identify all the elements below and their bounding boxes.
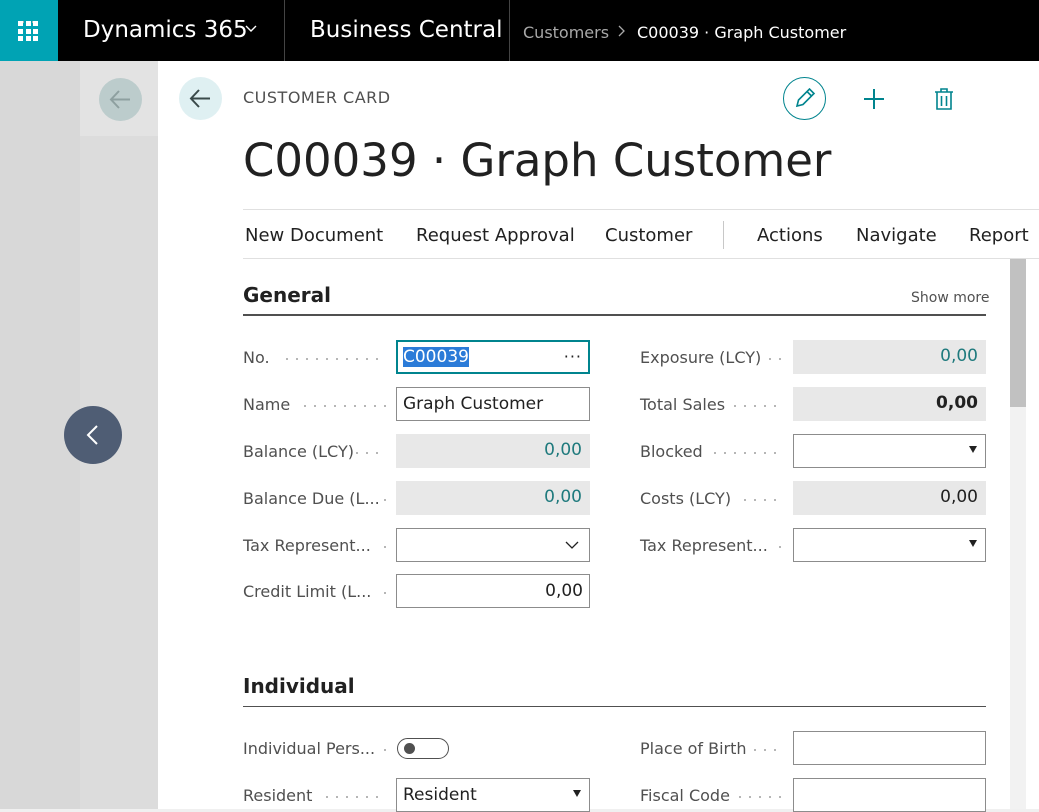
arrow-left-icon bbox=[109, 90, 130, 109]
breadcrumb-customers[interactable]: Customers bbox=[523, 23, 609, 42]
caret-down-icon bbox=[573, 790, 581, 797]
back-button[interactable] bbox=[179, 77, 222, 120]
section-title-individual[interactable]: Individual bbox=[243, 674, 355, 698]
tax-representative-select[interactable] bbox=[396, 528, 590, 562]
app-launcher-button[interactable] bbox=[0, 0, 58, 61]
balance-value[interactable]: 0,00 bbox=[396, 434, 590, 468]
action-request-approval[interactable]: Request Approval bbox=[416, 225, 575, 246]
show-more-link[interactable]: Show more bbox=[911, 290, 990, 306]
field-label-place-of-birth: Place of Birth bbox=[640, 739, 747, 758]
scrollbar-thumb[interactable] bbox=[1010, 259, 1026, 407]
toggle-knob bbox=[404, 743, 415, 754]
action-new-document[interactable]: New Document bbox=[245, 225, 383, 246]
section-divider bbox=[243, 314, 986, 316]
field-label-blocked: Blocked bbox=[640, 442, 703, 461]
total-sales-value[interactable]: 0,00 bbox=[793, 387, 986, 421]
costs-value[interactable]: 0,00 bbox=[793, 481, 986, 515]
action-navigate[interactable]: Navigate bbox=[856, 225, 937, 246]
field-label-name: Name bbox=[243, 395, 291, 414]
ellipsis-icon[interactable]: ··· bbox=[564, 342, 582, 372]
divider bbox=[509, 0, 510, 61]
individual-person-toggle[interactable] bbox=[397, 738, 449, 759]
exposure-value[interactable]: 0,00 bbox=[793, 340, 986, 374]
background-back-button bbox=[99, 78, 142, 121]
section-title-general[interactable]: General bbox=[243, 283, 331, 307]
divider bbox=[284, 0, 285, 61]
balance-due-value[interactable]: 0,00 bbox=[396, 481, 590, 515]
edit-button[interactable] bbox=[783, 77, 826, 120]
trash-icon bbox=[935, 88, 953, 110]
credit-limit-field[interactable]: 0,00 bbox=[396, 574, 590, 608]
fiscal-code-field[interactable] bbox=[793, 778, 986, 812]
field-label-costs: Costs (LCY) bbox=[640, 489, 732, 508]
resident-select[interactable]: Resident bbox=[396, 778, 590, 812]
field-label-credit-limit: Credit Limit (L... bbox=[243, 582, 372, 601]
delete-button[interactable] bbox=[929, 83, 959, 115]
field-label-tax-representative: Tax Represent... bbox=[243, 536, 371, 555]
chevron-down-icon[interactable] bbox=[244, 22, 258, 36]
divider bbox=[723, 221, 724, 249]
field-label-exposure: Exposure (LCY) bbox=[640, 348, 762, 367]
name-field[interactable]: Graph Customer bbox=[396, 387, 590, 421]
place-of-birth-field[interactable] bbox=[793, 731, 986, 765]
suite-name[interactable]: Dynamics 365 bbox=[83, 17, 248, 43]
action-customer[interactable]: Customer bbox=[605, 225, 692, 246]
page-title: C00039 · Graph Customer bbox=[243, 134, 832, 187]
chevron-down-icon bbox=[565, 541, 579, 549]
field-label-tax-representative-2: Tax Represent... bbox=[640, 536, 768, 555]
previous-record-button[interactable] bbox=[64, 406, 122, 464]
product-name[interactable]: Business Central bbox=[310, 17, 502, 43]
no-field-value: C00039 bbox=[403, 347, 469, 367]
no-field[interactable]: C00039 ··· bbox=[396, 340, 590, 374]
waffle-icon bbox=[18, 21, 38, 41]
plus-icon bbox=[864, 89, 884, 109]
pencil-icon bbox=[795, 87, 816, 108]
action-actions[interactable]: Actions bbox=[757, 225, 823, 246]
field-label-balance: Balance (LCY) bbox=[243, 442, 354, 461]
breadcrumb-current: C00039 · Graph Customer bbox=[637, 23, 847, 42]
caret-down-icon bbox=[969, 540, 977, 547]
field-label-total-sales: Total Sales bbox=[640, 395, 726, 414]
resident-value: Resident bbox=[403, 785, 477, 805]
field-label-fiscal-code: Fiscal Code bbox=[640, 786, 730, 805]
field-label-individual-person: Individual Pers... bbox=[243, 739, 376, 758]
new-button[interactable] bbox=[858, 83, 890, 115]
caret-down-icon bbox=[969, 446, 977, 453]
tax-representative-2-select[interactable] bbox=[793, 528, 986, 562]
action-report[interactable]: Report bbox=[969, 225, 1029, 246]
field-label-resident: Resident bbox=[243, 786, 313, 805]
chevron-left-icon bbox=[86, 425, 98, 445]
page-caption: CUSTOMER CARD bbox=[243, 88, 391, 107]
section-divider bbox=[243, 706, 986, 707]
arrow-left-icon bbox=[189, 89, 210, 108]
chevron-right-icon bbox=[618, 25, 625, 37]
divider bbox=[243, 258, 1039, 259]
top-bar: Dynamics 365 Business Central Customers … bbox=[0, 0, 1039, 61]
field-label-no: No. bbox=[243, 348, 270, 367]
blocked-select[interactable] bbox=[793, 434, 986, 468]
divider bbox=[243, 209, 1039, 210]
field-label-balance-due: Balance Due (L... bbox=[243, 489, 380, 508]
